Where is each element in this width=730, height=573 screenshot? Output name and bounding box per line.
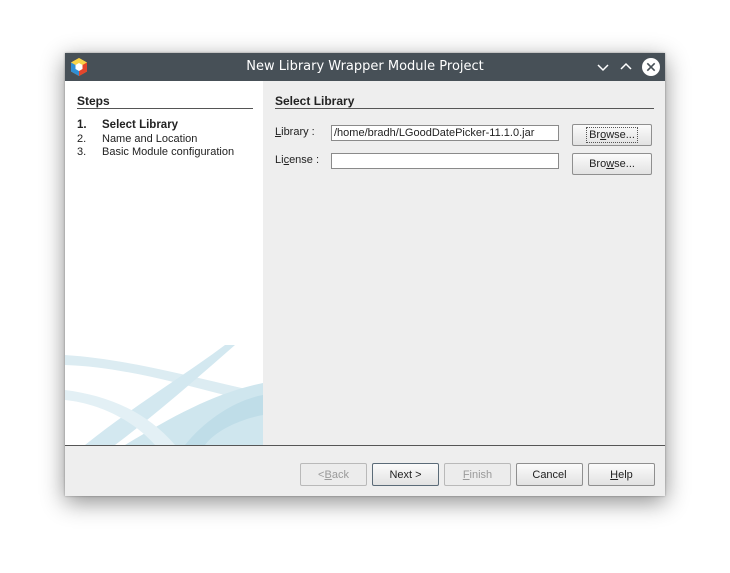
- cancel-button[interactable]: Cancel: [516, 463, 583, 486]
- back-button[interactable]: < Back: [300, 463, 367, 486]
- license-path-field[interactable]: [331, 153, 559, 169]
- step-number: 3.: [77, 146, 87, 158]
- section-heading: Select Library: [275, 94, 654, 109]
- main-panel: Select Library Library : /home/bradh/LGo…: [263, 81, 665, 445]
- next-button[interactable]: Next >: [372, 463, 439, 486]
- steps-heading: Steps: [77, 94, 253, 109]
- maximize-chevron-icon[interactable]: [616, 57, 636, 77]
- license-label: License :: [275, 154, 320, 166]
- step-item-basic-config: 3. Basic Module configuration: [77, 146, 234, 158]
- wizard-dialog: New Library Wrapper Module Project Steps…: [65, 53, 665, 496]
- close-circle-icon[interactable]: [641, 57, 661, 77]
- steps-panel: Steps 1. Select Library 2. Name and Locati…: [65, 81, 263, 445]
- finish-button[interactable]: Finish: [444, 463, 511, 486]
- wizard-footer: < Back Next > Finish Cancel Help: [65, 446, 665, 496]
- library-label: Library :: [275, 126, 315, 138]
- step-label: Select Library: [102, 119, 179, 131]
- step-number: 1.: [77, 119, 87, 131]
- step-number: 2.: [77, 133, 87, 145]
- step-label: Basic Module configuration: [102, 146, 235, 158]
- minimize-chevron-icon[interactable]: [593, 57, 613, 77]
- step-item-select-library: 1. Select Library: [77, 119, 178, 131]
- step-label: Name and Location: [102, 133, 198, 145]
- library-browse-button[interactable]: Browse...: [572, 124, 652, 146]
- step-item-name-location: 2. Name and Location: [77, 133, 197, 145]
- help-button[interactable]: Help: [588, 463, 655, 486]
- library-path-field[interactable]: /home/bradh/LGoodDatePicker-11.1.0.jar: [331, 125, 559, 141]
- window-title: New Library Wrapper Module Project: [246, 59, 484, 74]
- steps-decoration-graphic: [65, 345, 263, 445]
- license-browse-button[interactable]: Bro w se...: [572, 153, 652, 175]
- title-bar[interactable]: New Library Wrapper Module Project: [65, 53, 665, 81]
